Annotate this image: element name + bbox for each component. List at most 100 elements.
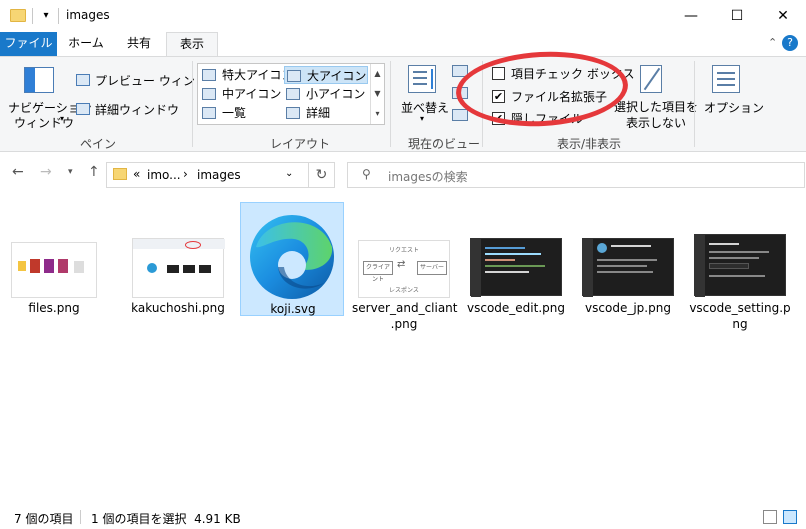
size-columns-icon[interactable] xyxy=(452,109,468,121)
group-label-current-view: 現在のビュー xyxy=(408,137,481,151)
maximize-button[interactable]: ☐ xyxy=(714,0,760,32)
divider xyxy=(192,61,193,147)
sort-icon[interactable] xyxy=(408,65,436,93)
layout-label: 中アイコン xyxy=(222,87,282,101)
layout-details[interactable]: 詳細 xyxy=(284,104,330,122)
layout-small-icons[interactable]: 小アイコン xyxy=(284,85,365,103)
ribbon-tabs: ファイル ホーム 共有 表示 ⌃ ? xyxy=(0,32,806,57)
navigation-bar: ← → ▾ ↑ « imo... › images ⌄ ↻ ⚲ imagesの検… xyxy=(0,152,806,194)
file-name: vscode_edit.png xyxy=(467,301,565,315)
tab-view[interactable]: 表示 xyxy=(166,32,218,57)
help-icon[interactable]: ? xyxy=(782,35,798,51)
minimize-button[interactable]: — xyxy=(668,0,714,32)
refresh-button[interactable]: ↻ xyxy=(309,162,335,188)
layout-label: 特大アイコン xyxy=(222,68,294,82)
file-thumbnail xyxy=(694,234,786,297)
group-label-pane: ペイン xyxy=(80,137,117,151)
divider xyxy=(32,8,33,24)
layout-label: 詳細 xyxy=(306,106,331,120)
chevron-down-icon[interactable]: ▾ xyxy=(60,114,64,123)
options-icon[interactable] xyxy=(712,65,740,93)
file-thumbnail xyxy=(470,238,562,297)
tab-file[interactable]: ファイル xyxy=(0,32,57,56)
breadcrumb-overflow[interactable]: « xyxy=(133,167,140,181)
title-bar: ▾ images — ☐ ✕ xyxy=(0,0,806,32)
layout-extra-large-icons[interactable]: 特大アイコン xyxy=(200,66,293,84)
large-icons-icon xyxy=(287,70,301,82)
chevron-down-icon[interactable]: ▾ xyxy=(420,114,424,123)
file-item[interactable]: files.png xyxy=(2,202,106,316)
folder-icon xyxy=(113,168,127,180)
window-title: images xyxy=(66,8,110,22)
forward-arrow-icon[interactable]: → xyxy=(40,164,52,180)
file-name: files.png xyxy=(28,301,80,315)
medium-icons-icon xyxy=(202,88,216,100)
layout-label: 一覧 xyxy=(222,106,247,120)
file-item[interactable]: vscode_jp.png xyxy=(576,202,680,316)
folder-icon xyxy=(10,9,26,22)
file-thumbnail xyxy=(11,242,97,298)
details-view-icon[interactable] xyxy=(763,510,777,524)
file-thumbnail: リクエスト クライアント ⇄ サーバー レスポンス xyxy=(358,240,450,298)
file-thumbnail xyxy=(582,238,674,297)
file-name: server_and_cliant xyxy=(352,301,458,315)
recent-locations-chevron-icon[interactable]: ▾ xyxy=(68,167,73,177)
sort-button[interactable]: 並べ替え xyxy=(401,99,449,116)
divider xyxy=(390,61,391,147)
gallery-scroll[interactable]: ▲ ▼ ▾ xyxy=(370,64,384,124)
divider xyxy=(694,61,695,147)
back-arrow-icon[interactable]: ← xyxy=(12,164,24,180)
ribbon: ナビゲーション ウィンドウ ▾ プレビュー ウィンドウ 詳細ウィンドウ ペイン … xyxy=(0,56,806,152)
preview-pane-icon xyxy=(76,74,90,86)
options-button[interactable]: オプション xyxy=(704,99,764,116)
exchange-arrows-icon: ⇄ xyxy=(397,259,406,270)
hide-selected-icon[interactable] xyxy=(640,65,662,93)
file-name: kakuchoshi.png xyxy=(131,301,225,315)
up-arrow-icon[interactable]: ↑ xyxy=(88,164,100,180)
breadcrumb-current[interactable]: images xyxy=(197,168,241,182)
file-item[interactable]: vscode_setting.p ng xyxy=(688,202,792,331)
layout-list[interactable]: 一覧 xyxy=(200,104,246,122)
large-icons-view-icon[interactable] xyxy=(783,510,797,524)
layout-large-icons[interactable]: 大アイコン xyxy=(284,66,368,84)
divider xyxy=(58,8,59,24)
file-item[interactable]: リクエスト クライアント ⇄ サーバー レスポンス server_and_cli… xyxy=(352,202,458,331)
close-button[interactable]: ✕ xyxy=(760,0,806,32)
selection-info: 1 個の項目を選択 4.91 KB xyxy=(91,512,241,526)
details-pane-button[interactable]: 詳細ウィンドウ xyxy=(95,101,179,118)
extra-large-icons-icon xyxy=(202,69,216,81)
request-label: リクエスト xyxy=(389,247,420,254)
file-item[interactable]: vscode_edit.png xyxy=(464,202,568,316)
collapse-ribbon-icon[interactable]: ⌃ xyxy=(768,36,777,49)
navigation-pane-icon[interactable] xyxy=(24,67,54,93)
file-name: koji.svg xyxy=(270,302,316,316)
file-item-selected[interactable]: koji.svg xyxy=(240,202,344,316)
breadcrumb-separator[interactable]: › xyxy=(183,167,188,181)
file-item[interactable]: kakuchoshi.png xyxy=(126,202,230,316)
layout-medium-icons[interactable]: 中アイコン xyxy=(200,85,281,103)
search-input[interactable]: imagesの検索 xyxy=(388,168,468,185)
response-label: レスポンス xyxy=(389,287,419,294)
breadcrumb-parent[interactable]: imo... xyxy=(147,168,181,182)
search-icon: ⚲ xyxy=(362,167,371,181)
address-bar[interactable]: « imo... › images ⌄ xyxy=(106,162,309,188)
quick-access-dropdown-icon[interactable]: ▾ xyxy=(38,8,54,24)
status-bar: 7 個の項目 1 個の項目を選択 4.91 KB xyxy=(0,507,806,529)
list-icon xyxy=(202,107,216,119)
tab-home[interactable]: ホーム xyxy=(60,32,112,56)
layout-label: 小アイコン xyxy=(306,87,366,101)
address-dropdown-icon[interactable]: ⌄ xyxy=(285,168,293,179)
hide-selected-button[interactable]: 選択した項目を xyxy=(614,98,698,115)
divider xyxy=(80,510,81,524)
item-count: 7 個の項目 xyxy=(14,512,74,526)
file-name-continued: .png xyxy=(390,317,418,331)
server-label: サーバー xyxy=(417,261,447,275)
search-box[interactable]: ⚲ imagesの検索 xyxy=(347,162,805,188)
tab-share[interactable]: 共有 xyxy=(114,32,164,56)
hide-selected-button-label[interactable]: 表示しない xyxy=(626,114,686,131)
layout-gallery: 特大アイコン 大アイコン 中アイコン 小アイコン 一覧 詳細 ▲ ▼ ▾ xyxy=(197,63,385,125)
details-pane-icon xyxy=(76,103,90,115)
group-label-show-hide: 表示/非表示 xyxy=(557,137,622,151)
navigation-pane-button-label[interactable]: ウィンドウ xyxy=(14,114,74,131)
client-label: クライアント xyxy=(363,261,393,283)
